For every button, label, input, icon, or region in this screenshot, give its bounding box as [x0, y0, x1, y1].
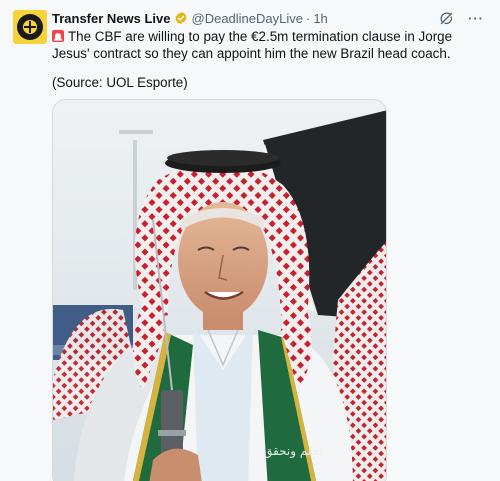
football-icon: [17, 14, 43, 40]
grok-icon[interactable]: [439, 11, 454, 26]
tweet-text: The CBF are willing to pay the €2.5m ter…: [52, 28, 472, 62]
tweet-photo[interactable]: نحلم ونحقق: [52, 99, 387, 481]
tweet-body: The CBF are willing to pay the €2.5m ter…: [52, 29, 453, 61]
sash-text: نحلم ونحقق: [263, 444, 323, 459]
tweet-source: (Source: UOL Esporte): [52, 75, 188, 90]
timestamp[interactable]: 1h: [313, 11, 327, 26]
display-name[interactable]: Transfer News Live: [52, 11, 171, 26]
siren-emoji-icon: [52, 29, 64, 42]
more-options-icon[interactable]: ···: [468, 11, 484, 26]
separator-dot: ·: [305, 10, 311, 26]
avatar-football-logo-icon[interactable]: [13, 10, 47, 44]
verified-badge-icon[interactable]: [174, 11, 188, 25]
user-handle[interactable]: @DeadlineDayLive: [192, 11, 303, 26]
tweet-header: Transfer News Live @DeadlineDayLive · 1h…: [52, 9, 490, 27]
